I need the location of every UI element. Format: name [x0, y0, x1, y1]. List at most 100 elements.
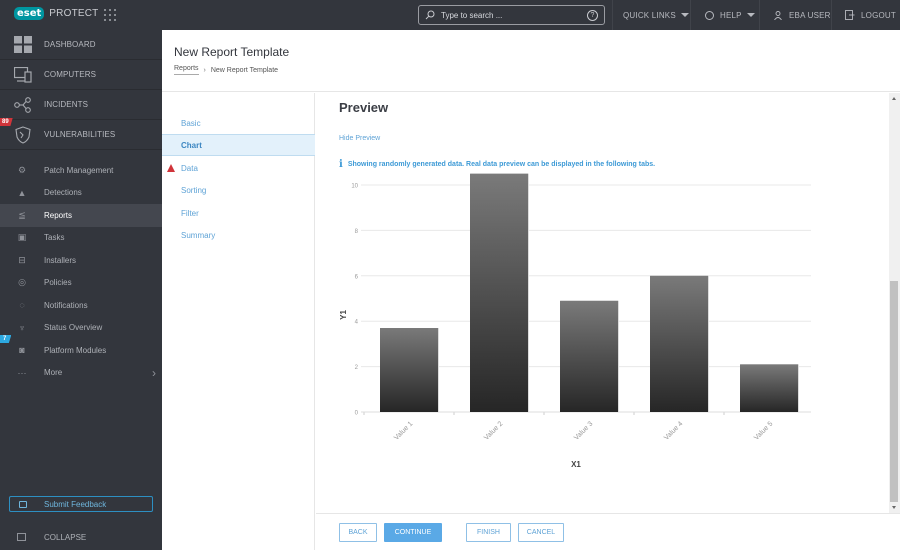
x-tick-label: Value 4 — [663, 420, 684, 441]
scrollbar-thumb[interactable] — [890, 281, 898, 502]
user-icon — [774, 10, 782, 20]
cancel-button[interactable]: CANCEL — [518, 523, 564, 542]
step-sorting[interactable]: Sorting — [162, 179, 315, 201]
step-basic[interactable]: Basic — [162, 112, 315, 134]
sidebar-item-label: DASHBOARD — [44, 40, 96, 49]
wizard-footer: BACK CONTINUE FINISH CANCEL — [316, 513, 900, 550]
quick-links-menu[interactable]: QUICK LINKS — [612, 0, 699, 30]
breadcrumb: Reports › New Report Template — [174, 65, 278, 75]
preview-title: Preview — [339, 100, 389, 115]
step-filter[interactable]: Filter — [162, 202, 315, 224]
help-menu[interactable]: HELP — [690, 0, 765, 30]
logout-icon — [845, 10, 855, 20]
content-scrollbar[interactable] — [889, 93, 900, 513]
computers-icon — [12, 65, 34, 85]
top-bar: eset PROTECT ? QUICK LINKS HELP EBA USER… — [0, 0, 900, 30]
search-help-icon[interactable]: ? — [587, 9, 598, 21]
sidebar-item-vulnerabilities[interactable]: 89 VULNERABILITIES — [0, 118, 162, 150]
sidebar-item-label: Reports — [44, 210, 73, 220]
hide-preview-link[interactable]: Hide Preview — [339, 135, 380, 142]
sidebar-item-reports[interactable]: ≦ Reports — [0, 204, 162, 227]
x-tick-label: Value 1 — [393, 420, 414, 441]
y-tick-label: 4 — [355, 320, 359, 326]
sidebar: DASHBOARD COMPUTERS INCIDENTS 89 VULNERA… — [0, 30, 162, 550]
bar[interactable] — [470, 173, 528, 412]
back-button[interactable]: BACK — [339, 523, 377, 542]
sidebar-item-label: Notifications — [44, 300, 88, 310]
finish-button[interactable]: FINISH — [466, 523, 511, 542]
sidebar-item-patch-management[interactable]: ⚙ Patch Management — [0, 159, 162, 182]
chevron-down-icon — [680, 13, 689, 17]
sidebar-item-label: VULNERABILITIES — [44, 130, 116, 139]
bar[interactable] — [380, 328, 438, 412]
y-tick-label: 0 — [355, 411, 359, 417]
sidebar-item-label: Platform Modules — [44, 345, 107, 355]
sidebar-item-status-overview[interactable]: ♆ Status Overview — [0, 317, 162, 340]
dashboard-icon — [12, 35, 34, 55]
step-summary[interactable]: Summary — [162, 224, 315, 246]
info-text: Showing randomly generated data. Real da… — [347, 161, 656, 168]
platform-modules-badge: 7 — [0, 335, 12, 343]
chevron-down-icon — [746, 13, 755, 17]
sidebar-item-computers[interactable]: COMPUTERS — [0, 60, 162, 90]
help-icon — [705, 10, 714, 20]
more-icon: ··· — [17, 367, 27, 378]
shield-icon — [12, 125, 34, 145]
sidebar-item-label: Policies — [44, 278, 72, 288]
submit-feedback-button[interactable]: Submit Feedback — [9, 496, 153, 512]
collapse-label: COLLAPSE — [44, 532, 87, 542]
step-chart[interactable]: Chart — [162, 134, 315, 156]
modules-icon: ◙ — [19, 345, 25, 356]
sidebar-item-detections[interactable]: ▲ Detections — [0, 182, 162, 205]
logout-label: LOGOUT — [861, 10, 896, 20]
search-input[interactable] — [441, 10, 581, 20]
sidebar-item-dashboard[interactable]: DASHBOARD — [0, 30, 162, 60]
bar[interactable] — [560, 300, 618, 412]
sidebar-item-notifications[interactable]: ◌ Notifications — [0, 294, 162, 317]
sidebar-item-label: Detections — [44, 188, 82, 198]
y-axis-label: Y1 — [339, 310, 348, 320]
reports-icon: ≦ — [18, 209, 26, 220]
x-tick-label: Value 2 — [483, 420, 504, 441]
apps-grid-icon[interactable] — [104, 9, 116, 21]
sidebar-item-policies[interactable]: ◎ Policies — [0, 272, 162, 295]
bar[interactable] — [740, 364, 798, 412]
breadcrumb-reports-link[interactable]: Reports — [174, 65, 199, 75]
step-label: Basic — [181, 118, 201, 128]
scroll-down-arrow-icon[interactable] — [892, 506, 896, 509]
y-tick-label: 2 — [355, 365, 359, 371]
step-data[interactable]: Data — [162, 157, 315, 179]
scroll-up-arrow-icon[interactable] — [892, 97, 896, 100]
submit-feedback-label: Submit Feedback — [44, 499, 107, 509]
help-label: HELP — [720, 10, 742, 20]
wizard-steps: Basic Chart Data Sorting Filter Summary — [162, 93, 315, 550]
status-icon: ♆ — [18, 322, 26, 333]
sidebar-item-label: COMPUTERS — [44, 70, 97, 79]
sidebar-item-tasks[interactable]: ▣ Tasks — [0, 227, 162, 250]
breadcrumb-chevron-icon: › — [203, 66, 206, 74]
sidebar-item-incidents[interactable]: INCIDENTS — [0, 90, 162, 120]
sidebar-item-label: Tasks — [44, 233, 65, 243]
logout-button[interactable]: LOGOUT — [831, 0, 900, 30]
sidebar-item-platform-modules[interactable]: 7 ◙ Platform Modules — [0, 335, 162, 362]
eset-logo[interactable]: eset PROTECT — [14, 7, 98, 20]
y-tick-label: 8 — [355, 229, 359, 235]
info-message: i Showing randomly generated data. Real … — [339, 159, 655, 170]
incidents-icon — [12, 95, 34, 115]
warning-icon — [167, 164, 175, 172]
collapse-button[interactable]: COLLAPSE — [0, 526, 86, 548]
step-label: Summary — [181, 230, 216, 240]
sidebar-item-installers[interactable]: ⊟ Installers — [0, 249, 162, 272]
x-tick-label: Value 3 — [573, 420, 594, 441]
sidebar-item-more[interactable]: ··· More › — [0, 362, 162, 385]
bar[interactable] — [650, 275, 708, 412]
x-axis-label: X1 — [571, 460, 581, 469]
policies-icon: ◎ — [18, 277, 26, 288]
step-label: Filter — [181, 208, 199, 218]
x-tick-label: Value 5 — [753, 420, 774, 441]
y-tick-label: 10 — [351, 184, 358, 190]
patch-icon: ⚙ — [17, 164, 27, 175]
continue-button[interactable]: CONTINUE — [384, 523, 442, 542]
step-label: Data — [181, 163, 198, 173]
user-menu[interactable]: EBA USER — [759, 0, 841, 30]
